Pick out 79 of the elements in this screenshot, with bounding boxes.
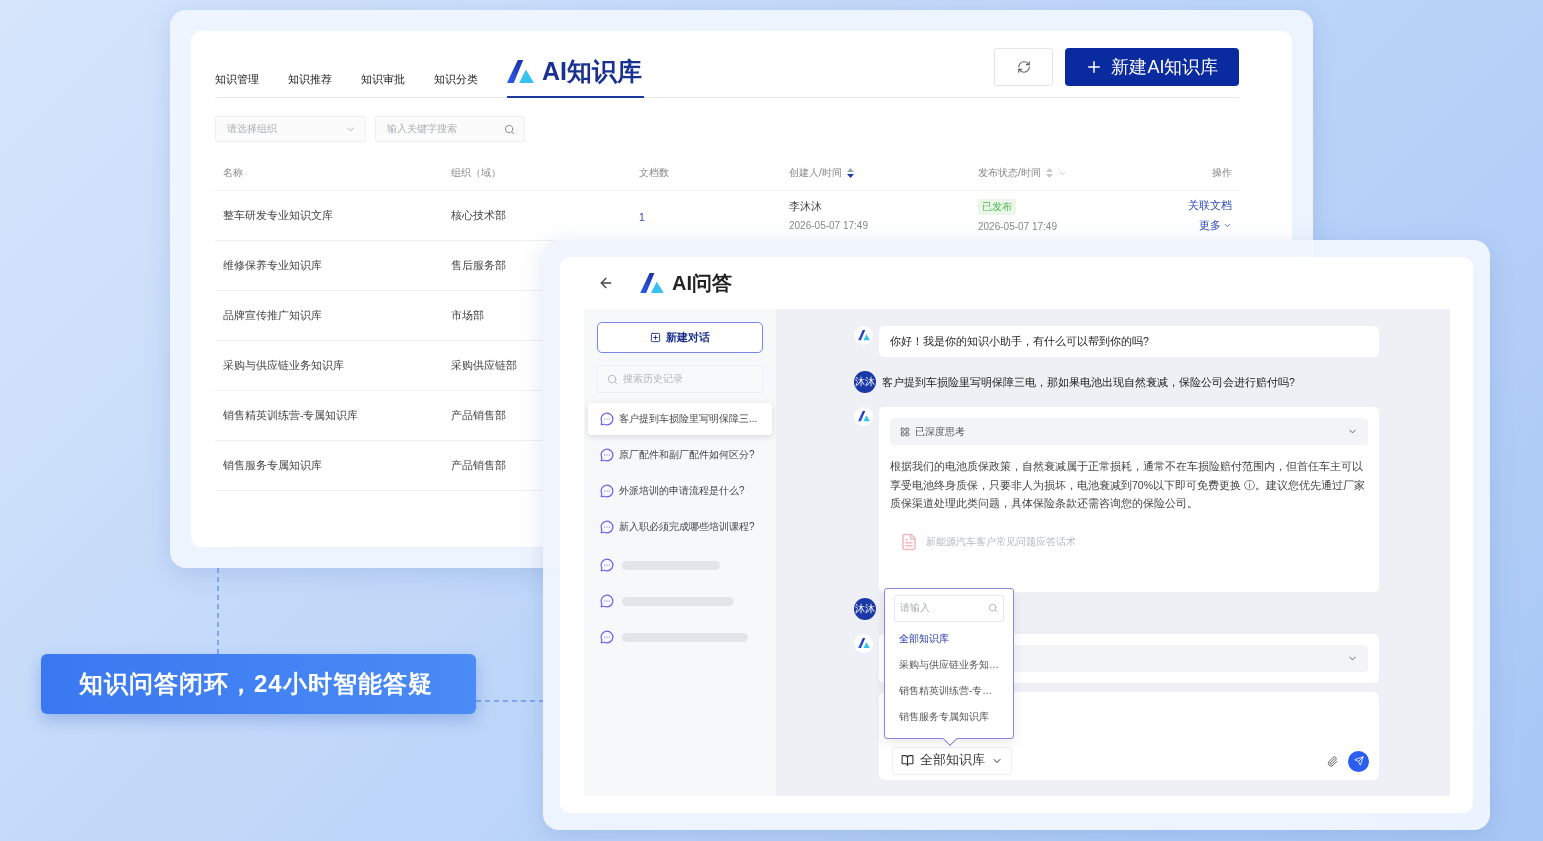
column-header: 文档数 <box>639 166 669 180</box>
column-header: 创建人/时间 <box>789 166 842 180</box>
table-cell: 采购供应链部 <box>451 358 517 373</box>
document-count: 1 <box>639 210 645 223</box>
sort-icon[interactable] <box>846 168 854 178</box>
table-cell: 市场部 <box>451 308 484 323</box>
table-cell: 销售服务专属知识库 <box>223 458 322 473</box>
table-cell: 售后服务部 <box>451 258 506 273</box>
table-cell: 产品销售部 <box>451 408 506 423</box>
refresh-icon <box>1016 60 1031 74</box>
back-button[interactable] <box>598 275 614 291</box>
logo-icon <box>857 330 870 341</box>
connector-line <box>476 700 543 702</box>
logo-icon <box>857 637 870 649</box>
creator-name: 李沐沐 <box>789 200 823 214</box>
search-icon <box>988 603 998 613</box>
table-cell: 采购与供应链业务知识库 <box>223 358 344 373</box>
nav-tab[interactable]: 知识分类 <box>434 73 478 97</box>
nav-tab[interactable]: 知识审批 <box>361 73 405 97</box>
thinking-bar[interactable]: 已深度思考 <box>890 418 1368 445</box>
column-header: 操作 <box>1212 166 1232 180</box>
chevron-down-icon <box>1223 221 1232 230</box>
published-time: 2026-05-07 17:49 <box>978 221 1057 232</box>
column-header: 名称 <box>223 166 243 180</box>
column-header: 发布状态/时间 <box>978 166 1041 180</box>
reference-title: 新能源汽车客户常见问题应答话术 <box>926 534 1076 549</box>
column-header: 组织（域） <box>451 166 501 180</box>
new-chat-icon <box>650 332 661 343</box>
assistant-message: 你好！我是你的知识小助手，有什么可以帮到你的吗? <box>879 326 1379 357</box>
logo-icon <box>857 411 870 422</box>
created-time: 2026-05-07 17:49 <box>789 220 868 231</box>
table-cell: 维修保养专业知识库 <box>223 258 322 273</box>
table-cell: 产品销售部 <box>451 458 506 473</box>
table-cell: 品牌宣传推广知识库 <box>223 308 322 323</box>
table-cell: 核心技术部 <box>451 208 506 223</box>
answer-text: 根据我们的电池质保政策，自然衰减属于正常损耗，通常不在车损险赔付范围内，但首任车主可以享受电池终身质保，只要非人为损坏，电池衰减到70%以下即可免费更换 ⓘ。建议您优先通过厂家质保渠道处理此类问题，具体保险条款还需咨询您的保险公司。 <box>890 459 1366 511</box>
thinking-icon <box>900 426 910 437</box>
chat-icon <box>600 448 614 462</box>
history-item[interactable]: 客户提到车损险里写明保障三... <box>588 403 772 435</box>
user-avatar: 沐沐 <box>854 597 876 620</box>
logo-icon <box>507 60 534 83</box>
action-link[interactable]: 更多 <box>1199 218 1232 233</box>
nav-tab[interactable]: 知识管理 <box>215 73 259 97</box>
table-cell: 销售精英训练营-专属知识库 <box>223 408 359 423</box>
dropdown-option[interactable]: 采购与供应链业务知… <box>894 651 1004 678</box>
nav-tab[interactable]: 知识推荐 <box>288 73 332 97</box>
attachment-icon[interactable] <box>1327 755 1338 767</box>
chat-icon <box>600 558 614 572</box>
logo-icon <box>640 272 664 294</box>
chat-icon <box>600 630 614 644</box>
chat-icon <box>600 412 614 426</box>
book-icon <box>901 754 914 767</box>
chat-icon <box>600 484 614 498</box>
document-icon <box>900 532 918 551</box>
dropdown-option[interactable]: 全部知识库 <box>894 625 1004 652</box>
thinking-label: 已深度思考 <box>915 424 965 439</box>
send-icon <box>1353 756 1364 766</box>
history-item[interactable]: 原厂配件和副厂配件如何区分? <box>588 439 772 471</box>
send-button[interactable] <box>1348 750 1369 772</box>
feature-banner: 知识问答闭环，24小时智能答疑 <box>41 654 476 714</box>
new-chat-button[interactable]: 新建对话 <box>597 322 763 353</box>
brand-tab[interactable]: AI知识库 <box>507 55 644 98</box>
history-item[interactable]: 外派培训的申请流程是什么? <box>588 475 772 507</box>
chat-icon <box>600 520 614 534</box>
tab-label: AI知识库 <box>542 56 642 87</box>
history-item[interactable]: 新入职必须完成哪些培训课程? <box>588 511 772 543</box>
table-cell: 整车研发专业知识文库 <box>223 208 333 223</box>
dropdown-option[interactable]: 销售服务专属知识库 <box>894 703 1004 730</box>
search-icon <box>607 373 618 385</box>
user-message: 客户提到车损险里写明保障三电，那如果电池出现自然衰减，保险公司会进行赔付吗? <box>882 375 1295 390</box>
new-knowledge-base-button[interactable]: 新建AI知识库 <box>1065 48 1239 86</box>
search-icon <box>504 123 515 135</box>
window-title: AI问答 <box>672 270 732 296</box>
status-badge: 已发布 <box>978 199 1016 215</box>
scope-select[interactable]: 全部知识库 <box>892 746 1012 775</box>
chat-icon <box>600 594 614 608</box>
dropdown-option[interactable]: 销售精英训练营-专… <box>894 677 1004 704</box>
action-link[interactable]: 关联文档 <box>1188 198 1232 213</box>
user-avatar: 沐沐 <box>854 371 876 393</box>
